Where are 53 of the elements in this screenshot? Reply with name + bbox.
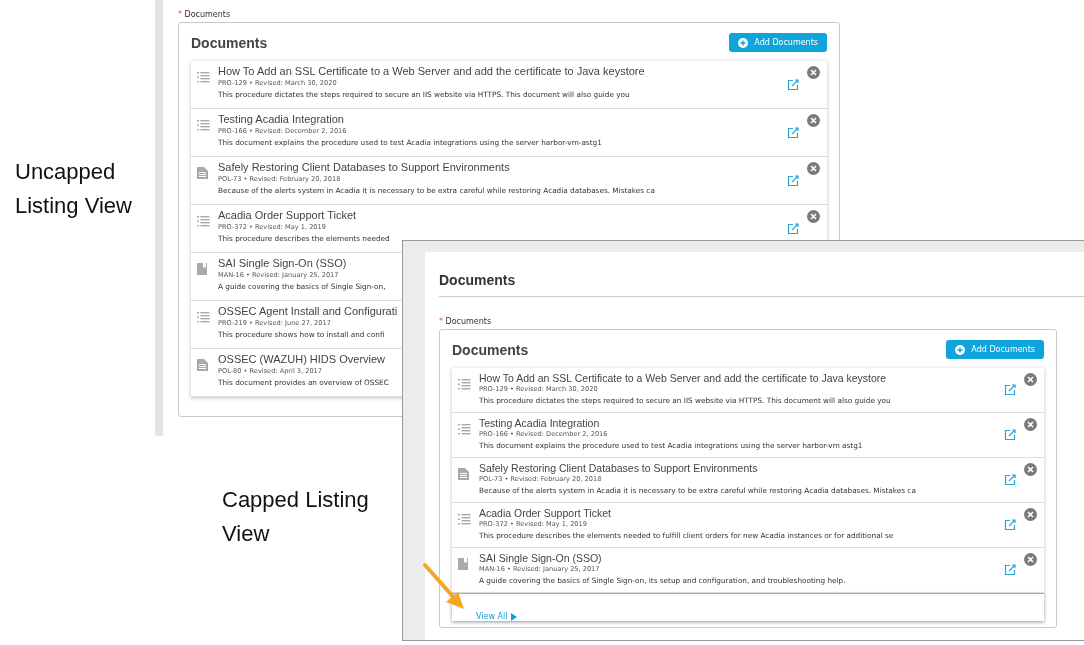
list-icon (458, 379, 471, 390)
close-icon[interactable] (807, 114, 820, 127)
document-title: SAI Single Sign-On (SSO) (479, 552, 602, 566)
document-title: Safely Restoring Client Databases to Support Environments (218, 161, 510, 175)
close-icon[interactable] (807, 66, 820, 79)
caption: Uncapped Listing View (15, 158, 133, 220)
document-icon (458, 468, 469, 480)
document-icon (197, 167, 208, 179)
list-icon (197, 312, 210, 323)
edit-icon[interactable] (787, 175, 799, 187)
document-title: Testing Acadia Integration (218, 113, 344, 127)
edit-icon[interactable] (1004, 564, 1016, 576)
document-title: Testing Acadia Integration (479, 417, 600, 431)
page-title: Documents (439, 272, 1084, 297)
close-icon[interactable] (807, 210, 820, 223)
close-icon[interactable] (807, 162, 820, 175)
plus-icon (738, 37, 749, 48)
list-icon (197, 216, 210, 227)
edit-icon[interactable] (1004, 429, 1016, 441)
edit-icon[interactable] (787, 127, 799, 139)
edit-icon[interactable] (787, 79, 799, 91)
document-title: Acadia Order Support Ticket (218, 209, 357, 223)
document-title: How To Add an SSL Certificate to a Web Server and add the certificate to Java keystore (218, 65, 645, 79)
close-icon[interactable] (1024, 508, 1037, 521)
document-icon (197, 359, 208, 371)
list-icon (197, 72, 210, 83)
document-title: OSSEC Agent Install and Configurati (218, 305, 398, 319)
caption: Capped Listing View (222, 486, 370, 548)
book-icon (197, 263, 207, 275)
document-title: Safely Restoring Client Databases to Support Environments (479, 462, 758, 476)
document-title: How To Add an SSL Certificate to a Web Server and add the certificate to Java keystore (479, 372, 887, 386)
panel-title: Documents (452, 341, 529, 358)
edit-icon[interactable] (1004, 519, 1016, 531)
edit-icon[interactable] (787, 223, 799, 235)
edit-icon[interactable] (1004, 474, 1016, 486)
list-icon (458, 514, 471, 525)
panel-title: Documents (191, 34, 268, 51)
close-icon[interactable] (1024, 463, 1037, 476)
document-title: Acadia Order Support Ticket (479, 507, 611, 521)
field-label: * Documents (178, 10, 231, 19)
list-icon (458, 424, 471, 435)
close-icon[interactable] (1024, 553, 1037, 566)
close-icon[interactable] (1024, 418, 1037, 431)
play-icon (511, 612, 518, 621)
document-title: OSSEC (WAZUH) HIDS Overview (218, 353, 386, 367)
pointer-arrow (423, 563, 464, 609)
edit-icon[interactable] (1004, 384, 1016, 396)
field-label: * Documents (439, 317, 492, 326)
document-title: SAI Single Sign-On (SSO) (218, 257, 347, 271)
list-icon (197, 120, 210, 131)
plus-icon (955, 344, 966, 355)
book-icon (458, 558, 468, 570)
close-icon[interactable] (1024, 373, 1037, 386)
